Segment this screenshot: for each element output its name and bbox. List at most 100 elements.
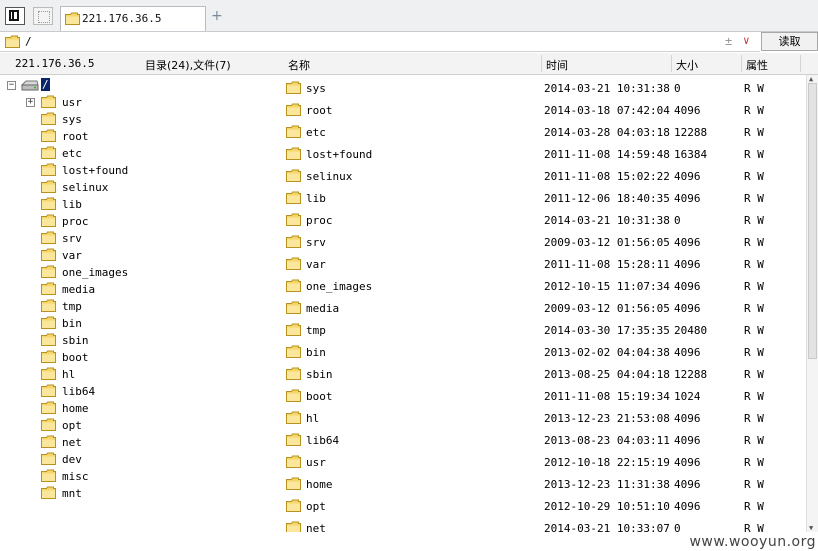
file-row[interactable]: var 2011-11-08 15:28:11 4096 R W [282,254,806,276]
folder-icon [65,12,80,28]
file-name: lib [306,192,326,205]
address-bar[interactable]: / ± ∨ [0,32,760,52]
scroll-thumb[interactable] [808,83,817,359]
file-row[interactable]: hl 2013-12-23 21:53:08 4096 R W [282,408,806,430]
panel-toggle-button[interactable] [5,7,25,25]
folder-icon [286,235,301,251]
tree-item[interactable]: hl [0,366,280,383]
col-size-header[interactable]: 大小 [676,57,698,73]
file-row[interactable]: lib64 2013-08-23 04:03:11 4096 R W [282,430,806,452]
folder-icon [41,265,56,281]
file-name: opt [306,500,326,513]
file-row[interactable]: lib 2011-12-06 18:40:35 4096 R W [282,188,806,210]
file-time: 2012-10-29 10:51:10 [544,500,670,513]
tree-item-label: sbin [62,334,89,347]
tree-item[interactable]: root [0,128,280,145]
file-row[interactable]: one_images 2012-10-15 11:07:34 4096 R W [282,276,806,298]
vertical-scrollbar[interactable]: ▲ ▼ [806,75,818,532]
folder-icon [41,299,56,315]
tree-item[interactable]: sbin [0,332,280,349]
folder-icon [286,191,301,207]
tree-item[interactable]: misc [0,468,280,485]
file-row[interactable]: net 2014-03-21 10:33:07 0 R W [282,518,806,532]
file-row[interactable]: proc 2014-03-21 10:31:38 0 R W [282,210,806,232]
tree-item[interactable]: dev [0,451,280,468]
folder-icon [41,248,56,264]
tree-item[interactable]: etc [0,145,280,162]
file-row[interactable]: root 2014-03-18 07:42:04 4096 R W [282,100,806,122]
file-row[interactable]: usr 2012-10-18 22:15:19 4096 R W [282,452,806,474]
file-name: proc [306,214,333,227]
tree-item-label: etc [62,147,82,160]
folder-icon [41,129,56,145]
file-size: 1024 [674,390,701,403]
col-attr-header[interactable]: 属性 [746,57,768,73]
folder-icon [41,282,56,298]
tree-item[interactable]: selinux [0,179,280,196]
tree-item[interactable]: lib64 [0,383,280,400]
file-row[interactable]: lost+found 2011-11-08 14:59:48 16384 R W [282,144,806,166]
tree-item-label: bin [62,317,82,330]
file-row[interactable]: home 2013-12-23 11:31:38 4096 R W [282,474,806,496]
col-time-header[interactable]: 时间 [546,57,568,73]
expand-toggle[interactable]: + [26,98,35,107]
file-name: lib64 [306,434,340,447]
folder-icon [41,333,56,349]
tree-item[interactable]: net [0,434,280,451]
read-button[interactable]: 读取 [761,32,818,51]
tree-item[interactable]: tmp [0,298,280,315]
tree-item[interactable]: proc [0,213,280,230]
collapse-toggle[interactable]: − [7,81,16,90]
tree-item[interactable]: lib [0,196,280,213]
col-name-header[interactable]: 名称 [288,57,310,73]
file-row[interactable]: tmp 2014-03-30 17:35:35 20480 R W [282,320,806,342]
tree-item[interactable]: lost+found [0,162,280,179]
tree-item[interactable]: var [0,247,280,264]
tree-root[interactable]: − / [0,77,280,94]
tree-item[interactable]: home [0,400,280,417]
file-list: sys 2014-03-21 10:31:38 0 R W root 2014-03-18… [282,75,806,532]
tree-item[interactable]: one_images [0,264,280,281]
tree-item[interactable]: sys [0,111,280,128]
file-attr: R W [744,434,764,447]
tree-item[interactable]: + usr [0,94,280,111]
file-row[interactable]: opt 2012-10-29 10:51:10 4096 R W [282,496,806,518]
file-size: 4096 [674,280,701,293]
file-name: net [306,522,326,532]
file-time: 2012-10-15 11:07:34 [544,280,670,293]
tree-item[interactable]: boot [0,349,280,366]
tree-item[interactable]: mnt [0,485,280,502]
file-time: 2011-11-08 15:28:11 [544,258,670,271]
tree-item-label: media [62,283,96,296]
file-row[interactable]: sbin 2013-08-25 04:04:18 12288 R W [282,364,806,386]
folder-icon [41,469,56,485]
file-row[interactable]: sys 2014-03-21 10:31:38 0 R W [282,78,806,100]
tree-item-label: var [62,249,82,262]
tree-item[interactable]: opt [0,417,280,434]
tree-item[interactable]: srv [0,230,280,247]
add-tab-button[interactable]: + [211,8,223,24]
tree-item-label: lib64 [62,385,96,398]
file-row[interactable]: boot 2011-11-08 15:19:34 1024 R W [282,386,806,408]
file-time: 2012-10-18 22:15:19 [544,456,670,469]
panel-icon [9,10,19,21]
tab-host[interactable]: 221.176.36.5 [60,6,206,31]
scroll-up-icon[interactable]: ▲ [809,75,813,83]
plus-minus-icon[interactable]: ± [725,34,732,48]
file-size: 0 [674,522,681,532]
blank-tab-button[interactable] [33,7,53,25]
file-size: 4096 [674,478,701,491]
file-name: sys [306,82,326,95]
tree-item[interactable]: media [0,281,280,298]
scroll-down-icon[interactable]: ▼ [809,524,813,532]
file-row[interactable]: selinux 2011-11-08 15:02:22 4096 R W [282,166,806,188]
folder-icon [41,367,56,383]
file-row[interactable]: bin 2013-02-02 04:04:38 4096 R W [282,342,806,364]
file-row[interactable]: media 2009-03-12 01:56:05 4096 R W [282,298,806,320]
file-row[interactable]: srv 2009-03-12 01:56:05 4096 R W [282,232,806,254]
address-path[interactable]: / [25,35,32,48]
dropdown-icon[interactable]: ∨ [743,34,750,47]
tree-item[interactable]: bin [0,315,280,332]
file-row[interactable]: etc 2014-03-28 04:03:18 12288 R W [282,122,806,144]
tree-item-label: net [62,436,82,449]
